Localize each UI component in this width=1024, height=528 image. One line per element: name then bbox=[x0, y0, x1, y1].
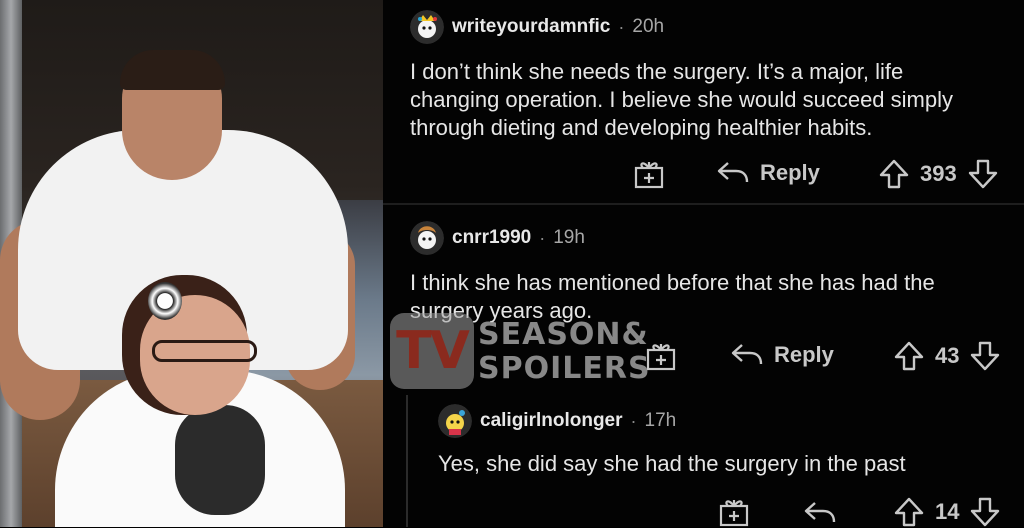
hair-bow bbox=[148, 282, 182, 320]
reply-button[interactable]: Reply bbox=[716, 160, 820, 186]
username[interactable]: writeyourdamnfic bbox=[452, 16, 610, 38]
upvote-icon[interactable] bbox=[878, 158, 910, 190]
comment-thread: writeyourdamnfic · 20h I don’t think she… bbox=[383, 0, 1024, 527]
couple-photo bbox=[0, 0, 383, 527]
downvote-icon[interactable] bbox=[969, 496, 1001, 528]
woman-top bbox=[175, 405, 265, 515]
more-icon[interactable] bbox=[647, 498, 653, 509]
comment-1: writeyourdamnfic · 20h I don’t think she… bbox=[410, 10, 1010, 142]
reply-button[interactable]: Reply bbox=[730, 342, 834, 368]
timestamp: 17h bbox=[644, 410, 677, 431]
vote-controls: 43 bbox=[893, 340, 1001, 372]
award-icon[interactable] bbox=[718, 496, 750, 528]
vote-controls: 393 bbox=[878, 158, 999, 190]
man-hair bbox=[120, 50, 225, 90]
glasses bbox=[152, 340, 257, 362]
user-avatar-icon[interactable] bbox=[438, 404, 472, 438]
watermark-line-1: SEASON& bbox=[478, 317, 649, 352]
thread-line[interactable] bbox=[406, 395, 408, 527]
downvote-icon[interactable] bbox=[967, 158, 999, 190]
comment-3: caligirlnolonger · 17h Yes, she did say … bbox=[438, 404, 998, 478]
vote-score: 43 bbox=[935, 343, 960, 368]
watermark-badge: TV bbox=[390, 313, 474, 389]
upvote-icon[interactable] bbox=[893, 496, 925, 528]
timestamp: 19h bbox=[553, 227, 585, 248]
vote-score: 14 bbox=[935, 499, 960, 524]
comment-text-line: I think she has mentioned before that sh… bbox=[410, 270, 935, 295]
comment-text-line: I don’t think she needs the surgery. It’… bbox=[410, 59, 904, 84]
watermark-badge-text: TV bbox=[396, 321, 470, 381]
comment-text-line: through dieting and developing healthier… bbox=[410, 115, 873, 140]
comment-divider bbox=[383, 203, 1024, 205]
separator-dot: · bbox=[618, 16, 625, 37]
reply-icon bbox=[731, 344, 763, 365]
comment-text-line: changing operation. I believe she would … bbox=[410, 87, 953, 112]
downvote-icon[interactable] bbox=[969, 340, 1001, 372]
user-avatar-icon[interactable] bbox=[410, 221, 444, 255]
reply-label: Reply bbox=[774, 342, 834, 367]
separator-dot: · bbox=[630, 410, 637, 431]
more-icon[interactable] bbox=[559, 158, 565, 169]
award-icon[interactable] bbox=[633, 158, 665, 190]
user-avatar-icon[interactable] bbox=[410, 10, 444, 44]
watermark-logo: TV SEASON& SPOILERS bbox=[390, 305, 650, 393]
reply-icon bbox=[717, 162, 749, 183]
timestamp: 20h bbox=[632, 16, 665, 37]
watermark-line-2: SPOILERS bbox=[478, 351, 651, 386]
reply-icon[interactable] bbox=[803, 500, 837, 526]
separator-dot: · bbox=[539, 227, 546, 248]
comment-text-line: Yes, she did say she had the surgery in … bbox=[438, 451, 906, 476]
username[interactable]: caligirlnolonger bbox=[480, 410, 623, 432]
vote-controls: 14 bbox=[893, 496, 1001, 528]
vote-score: 393 bbox=[920, 161, 957, 186]
reply-label: Reply bbox=[760, 160, 820, 185]
upvote-icon[interactable] bbox=[893, 340, 925, 372]
username[interactable]: cnrr1990 bbox=[452, 227, 531, 249]
